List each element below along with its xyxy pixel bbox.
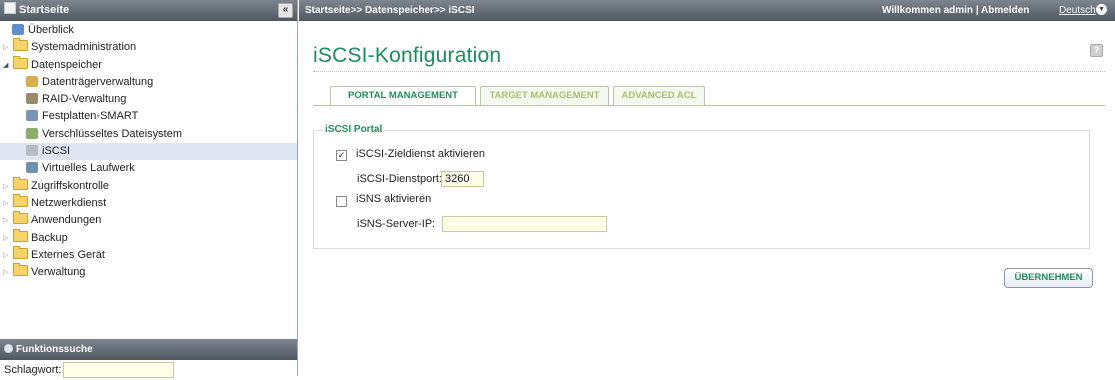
- title-divider: [313, 71, 1105, 72]
- sidebar-item-datenspeicher[interactable]: ◢ Datenspeicher: [0, 55, 297, 74]
- sidebar-item-label: Anwendungen: [31, 214, 102, 227]
- sidebar-item-verwaltung[interactable]: ▷ Verwaltung: [0, 263, 297, 281]
- encryption-icon: [26, 127, 38, 139]
- page-title: iSCSI-Konfiguration: [313, 44, 502, 67]
- sidebar-item-label: Verwaltung: [31, 266, 86, 279]
- sidebar-item-label: Festplatten-SMART: [42, 110, 139, 123]
- sidebar-item-label: Netzwerkdienst: [31, 196, 107, 209]
- sidebar-item-ueberblick[interactable]: Überblick: [0, 22, 297, 39]
- sidebar-item-label: iSCSI: [42, 145, 71, 158]
- sidebar-header-title: Startseite: [19, 4, 70, 16]
- chevron-right-icon[interactable]: ▷: [3, 230, 11, 247]
- folder-icon: [13, 211, 28, 225]
- sidebar-item-label: Backup: [31, 231, 68, 244]
- sidebar-item-anwendungen[interactable]: ▷ Anwendungen: [0, 211, 297, 229]
- sidebar-item-raid-verwaltung[interactable]: RAID-Verwaltung: [0, 91, 297, 108]
- iscsi-service-port-input[interactable]: [441, 171, 484, 187]
- navigation-tree: Überblick ▷ Systemadministration ◢ Datensp…: [0, 21, 297, 281]
- iscsi-portal-legend: iSCSI Portal: [323, 124, 385, 135]
- folder-icon: [13, 193, 28, 207]
- chevron-down-icon[interactable]: ◢: [3, 57, 11, 74]
- iscsi-icon: [26, 145, 38, 157]
- sidebar-item-backup[interactable]: ▷ Backup: [0, 228, 297, 247]
- enable-isns-checkbox[interactable]: [336, 196, 347, 207]
- sidebar-item-festplatten-smart[interactable]: Festplatten-SMART: [0, 108, 297, 125]
- breadcrumb[interactable]: Startseite>> Datenspeicher>> iSCSI: [305, 0, 475, 21]
- top-bar: Startseite>> Datenspeicher>> iSCSI Willk…: [299, 0, 1115, 21]
- chevron-right-icon[interactable]: ▷: [3, 39, 11, 56]
- keyword-row: Schlagwort:: [0, 360, 297, 380]
- isns-server-ip-input[interactable]: [442, 216, 607, 232]
- sidebar-header: Startseite «: [0, 0, 297, 21]
- smart-icon: [26, 110, 38, 122]
- search-icon: [4, 344, 13, 353]
- chevron-right-icon[interactable]: ▷: [3, 212, 11, 229]
- sidebar: Startseite « Überblick ▷ Systemadministra…: [0, 0, 298, 380]
- sidebar-item-label: Datenträgerverwaltung: [42, 75, 154, 88]
- overview-icon: [12, 24, 24, 35]
- sidebar-item-label: Verschlüsseltes Dateisystem: [42, 127, 182, 140]
- folder-icon: [13, 176, 28, 190]
- virtual-drive-icon: [26, 162, 38, 174]
- sidebar-item-datentraegerverwaltung[interactable]: Datenträgerverwaltung: [0, 74, 297, 91]
- folder-icon: [13, 228, 28, 242]
- tab-divider: [313, 105, 1105, 106]
- tab-portal-management[interactable]: PORTAL MANAGEMENT: [330, 86, 476, 106]
- sidebar-item-verschluesseltes-dateisystem[interactable]: Verschlüsseltes Dateisystem: [0, 126, 297, 143]
- sidebar-item-label: Überblick: [28, 24, 74, 36]
- apply-button[interactable]: ÜBERNEHMEN: [1004, 268, 1093, 288]
- tab-target-management[interactable]: TARGET MANAGEMENT: [480, 86, 609, 105]
- iscsi-service-port-label: iSCSI-Dienstport:: [357, 173, 442, 185]
- language-selector[interactable]: Deutsch: [1059, 0, 1096, 21]
- raid-icon: [26, 93, 38, 105]
- tab-advanced-acl[interactable]: ADVANCED ACL: [613, 86, 705, 105]
- chevron-right-icon[interactable]: ▷: [3, 178, 11, 195]
- enable-iscsi-target-checkbox[interactable]: ✓: [336, 150, 347, 161]
- sidebar-item-label: Datenspeicher: [31, 58, 102, 71]
- disk-icon: [26, 75, 38, 87]
- sidebar-item-label: Virtuelles Laufwerk: [42, 162, 135, 175]
- keyword-label: Schlagwort:: [4, 364, 62, 376]
- function-search-panel: Funktionssuche Schlagwort:: [0, 339, 297, 380]
- sidebar-item-systemadministration[interactable]: ▷ Systemadministration: [0, 38, 297, 56]
- welcome-logout-link[interactable]: Willkommen admin | Abmelden: [882, 0, 1029, 21]
- folder-open-icon: [13, 55, 28, 69]
- sidebar-item-label: RAID-Verwaltung: [42, 93, 127, 106]
- sidebar-item-externes-geraet[interactable]: ▷ Externes Gerät: [0, 245, 297, 264]
- sidebar-item-label: Systemadministration: [31, 41, 137, 54]
- folder-icon: [13, 245, 28, 259]
- chevron-right-icon[interactable]: ▷: [3, 264, 11, 281]
- folder-icon: [13, 38, 28, 52]
- chevron-right-icon[interactable]: ▷: [3, 195, 11, 212]
- folder-icon: [13, 263, 28, 277]
- enable-iscsi-target-label: iSCSI-Zieldienst aktivieren: [356, 148, 485, 160]
- isns-server-ip-label: iSNS-Server-IP:: [357, 218, 436, 230]
- function-search-title: Funktionssuche: [16, 344, 93, 355]
- collapse-sidebar-button[interactable]: «: [278, 3, 293, 18]
- sidebar-item-netzwerkdienst[interactable]: ▷ Netzwerkdienst: [0, 193, 297, 212]
- sidebar-item-iscsi[interactable]: iSCSI: [0, 143, 297, 161]
- sidebar-item-zugriffskontrolle[interactable]: ▷ Zugriffskontrolle: [0, 176, 297, 195]
- chevron-right-icon[interactable]: ▷: [3, 247, 11, 264]
- home-icon: [4, 2, 16, 14]
- enable-isns-label: iSNS aktivieren: [356, 193, 432, 205]
- chevron-down-icon[interactable]: ▼: [1096, 4, 1107, 15]
- sidebar-item-label: Externes Gerät: [31, 248, 105, 261]
- sidebar-item-label: Zugriffskontrolle: [31, 179, 110, 192]
- function-search-header: Funktionssuche: [0, 339, 297, 360]
- sidebar-item-virtuelles-laufwerk[interactable]: Virtuelles Laufwerk: [0, 160, 297, 177]
- help-icon[interactable]: ?: [1090, 44, 1103, 57]
